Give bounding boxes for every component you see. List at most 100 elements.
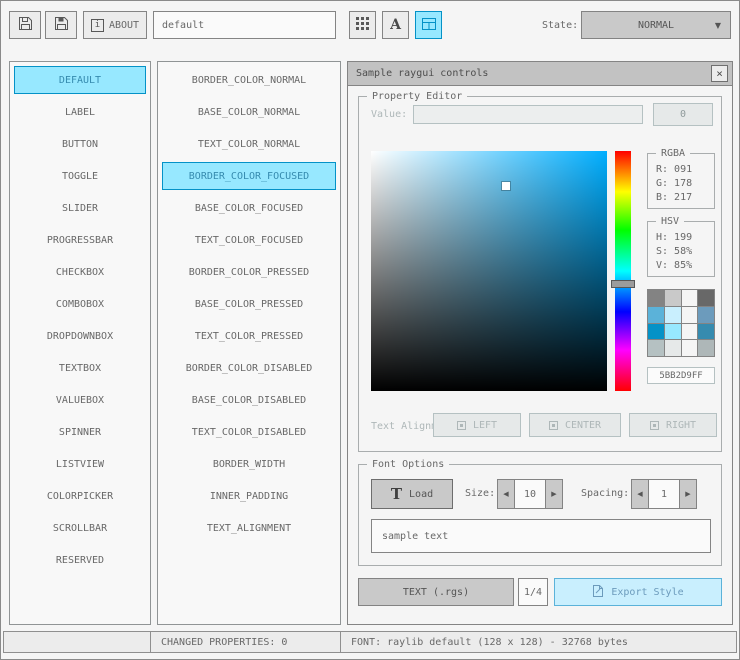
save-style-button[interactable]	[45, 11, 77, 39]
align-left-label: LEFT	[472, 419, 498, 431]
hsv-group: HSV H: 199 S: 58% V: 85%	[647, 215, 715, 277]
load-font-button[interactable]: T Load	[371, 479, 453, 509]
hex-color-value[interactable]: 5BB2D9FF	[647, 367, 715, 384]
control-list-item[interactable]: CHECKBOX	[14, 258, 146, 286]
font-atlas-button[interactable]	[349, 11, 376, 39]
align-center-label: CENTER	[564, 419, 602, 431]
control-list-item[interactable]: SCROLLBAR	[14, 514, 146, 542]
font-settings-button[interactable]: A	[382, 11, 409, 39]
font-spacing-spinner: ◀ 1 ▶	[631, 479, 697, 509]
rgba-r-value: R: 091	[656, 164, 693, 175]
control-list-item[interactable]: TOGGLE	[14, 162, 146, 190]
about-button-label: ABOUT	[108, 19, 140, 31]
control-list-item[interactable]: LABEL	[14, 98, 146, 126]
style-name-input[interactable]	[153, 11, 336, 39]
control-list-item[interactable]: DROPDOWNBOX	[14, 322, 146, 350]
palette-swatch[interactable]	[681, 306, 698, 323]
font-size-spinner: ◀ 10 ▶	[497, 479, 563, 509]
property-list-item[interactable]: BASE_COLOR_DISABLED	[162, 386, 336, 414]
hsv-label: HSV	[656, 215, 685, 228]
control-list-item[interactable]: LISTVIEW	[14, 450, 146, 478]
value-button[interactable]: 0	[653, 103, 713, 126]
palette-swatch[interactable]	[681, 340, 698, 356]
font-t-icon: T	[390, 485, 403, 503]
palette-swatch[interactable]	[648, 290, 664, 306]
palette-swatch[interactable]	[648, 340, 664, 356]
value-input[interactable]	[413, 105, 643, 124]
property-list-item[interactable]: TEXT_ALIGNMENT	[162, 514, 336, 542]
size-decrement-icon[interactable]: ◀	[497, 479, 515, 509]
hsv-s-value: S: 58%	[656, 246, 693, 257]
control-list-item[interactable]: PROGRESSBAR	[14, 226, 146, 254]
property-list-item[interactable]: BORDER_COLOR_PRESSED	[162, 258, 336, 286]
property-list-item[interactable]: BORDER_COLOR_FOCUSED	[162, 162, 336, 190]
palette-swatch[interactable]	[698, 323, 714, 340]
property-list-item[interactable]: BORDER_COLOR_NORMAL	[162, 66, 336, 94]
control-list-item[interactable]: SLIDER	[14, 194, 146, 222]
control-list-item[interactable]: COLORPICKER	[14, 482, 146, 510]
color-saturation-value-picker[interactable]	[371, 151, 607, 391]
state-dropdown[interactable]: NORMAL ▼	[581, 11, 731, 39]
open-style-button[interactable]	[9, 11, 41, 39]
controls-list: DEFAULT LABEL BUTTON TOGGLE SLIDER PROGR…	[9, 61, 151, 625]
rgba-group: RGBA R: 091 G: 178 B: 217	[647, 147, 715, 209]
sample-text-textbox[interactable]: sample text	[371, 519, 711, 553]
export-style-label: Export Style	[611, 586, 684, 598]
palette-swatch[interactable]	[698, 340, 714, 356]
property-list-item[interactable]: BASE_COLOR_PRESSED	[162, 290, 336, 318]
window-titlebar[interactable]: Sample raygui controls ×	[348, 62, 732, 86]
palette-swatch[interactable]	[648, 323, 664, 340]
control-list-item[interactable]: VALUEBOX	[14, 386, 146, 414]
align-right-icon	[649, 420, 659, 430]
property-list-item[interactable]: BASE_COLOR_FOCUSED	[162, 194, 336, 222]
property-list-item[interactable]: INNER_PADDING	[162, 482, 336, 510]
palette-swatch[interactable]	[681, 290, 698, 306]
spacing-increment-icon[interactable]: ▶	[679, 479, 697, 509]
control-list-item[interactable]: RESERVED	[14, 546, 146, 574]
property-list-item[interactable]: BASE_COLOR_NORMAL	[162, 98, 336, 126]
palette-swatch[interactable]	[664, 290, 681, 306]
palette-swatch[interactable]	[698, 290, 714, 306]
load-font-label: Load	[409, 488, 434, 500]
palette-swatch[interactable]	[648, 306, 664, 323]
palette-swatch[interactable]	[664, 306, 681, 323]
export-style-button[interactable]: Export Style	[554, 578, 722, 606]
hue-bar[interactable]	[611, 151, 635, 391]
control-list-item[interactable]: SPINNER	[14, 418, 146, 446]
spacing-decrement-icon[interactable]: ◀	[631, 479, 649, 509]
about-button[interactable]: i ABOUT	[83, 11, 147, 39]
state-dropdown-value: NORMAL	[637, 19, 675, 31]
palette-swatch[interactable]	[698, 306, 714, 323]
palette-swatch[interactable]	[664, 340, 681, 356]
property-list-item[interactable]: TEXT_COLOR_NORMAL	[162, 130, 336, 158]
close-icon[interactable]: ×	[711, 65, 728, 82]
control-list-item[interactable]: TEXTBOX	[14, 354, 146, 382]
property-list-item[interactable]: BORDER_COLOR_DISABLED	[162, 354, 336, 382]
align-right-button[interactable]: RIGHT	[629, 413, 717, 437]
font-size-value[interactable]: 10	[515, 479, 545, 509]
export-format-button[interactable]: TEXT (.rgs)	[358, 578, 514, 606]
palette-swatch[interactable]	[664, 323, 681, 340]
control-list-item[interactable]: DEFAULT	[14, 66, 146, 94]
status-font-info: FONT: raylib default (128 x 128) - 32768…	[340, 631, 737, 653]
hue-slider-handle[interactable]	[611, 279, 635, 288]
font-spacing-value[interactable]: 1	[649, 479, 679, 509]
palette-swatch[interactable]	[681, 323, 698, 340]
font-spacing-label: Spacing:	[581, 488, 630, 499]
status-changed-properties: CHANGED PROPERTIES: 0	[150, 631, 341, 653]
property-list-item[interactable]: TEXT_COLOR_DISABLED	[162, 418, 336, 446]
rgba-g-value: G: 178	[656, 178, 693, 189]
style-table-button[interactable]	[415, 11, 442, 39]
align-left-button[interactable]: LEFT	[433, 413, 521, 437]
property-list-item[interactable]: BORDER_WIDTH	[162, 450, 336, 478]
size-increment-icon[interactable]: ▶	[545, 479, 563, 509]
property-list-item[interactable]: TEXT_COLOR_FOCUSED	[162, 226, 336, 254]
control-list-item[interactable]: BUTTON	[14, 130, 146, 158]
open-file-icon	[18, 16, 33, 34]
style-color-palette	[647, 289, 715, 357]
control-list-item[interactable]: COMBOBOX	[14, 290, 146, 318]
property-list-item[interactable]: TEXT_COLOR_PRESSED	[162, 322, 336, 350]
align-center-button[interactable]: CENTER	[529, 413, 621, 437]
font-size-label: Size:	[465, 488, 496, 499]
info-icon: i	[90, 18, 104, 32]
